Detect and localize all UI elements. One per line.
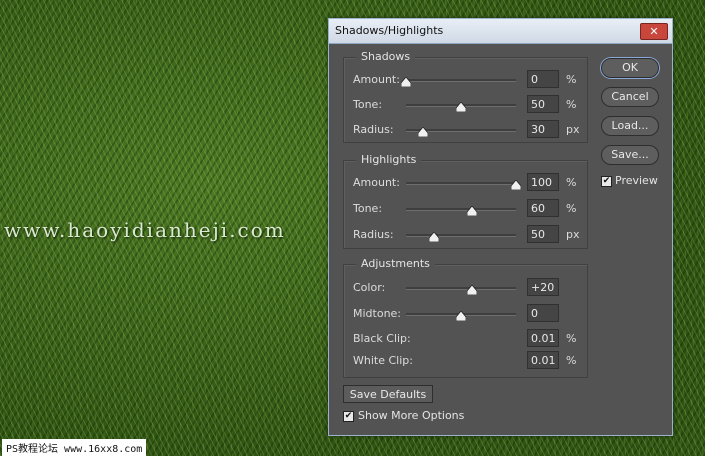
shadows-amount-input[interactable]: 0 — [527, 70, 559, 88]
shadows-amount-row: Amount: 0 % — [344, 70, 587, 90]
preview-label: Preview — [615, 174, 658, 187]
white-clip-label: White Clip: — [353, 354, 413, 367]
show-more-options-checkbox[interactable]: ✔ — [343, 411, 354, 422]
unit-label: % — [566, 354, 577, 367]
footer-watermark: PS教程论坛 www.16xx8.com — [2, 439, 147, 456]
adjustments-title: Adjustments — [356, 257, 435, 270]
shadows-tone-input[interactable]: 50 — [527, 95, 559, 113]
highlights-radius-label: Radius: — [353, 228, 394, 241]
slider-thumb-icon[interactable] — [467, 285, 477, 295]
unit-label: px — [566, 123, 580, 136]
unit-label: % — [566, 176, 577, 189]
shadows-title: Shadows — [356, 50, 416, 63]
highlights-amount-label: Amount: — [353, 176, 400, 189]
shadows-panel: Shadows Amount: 0 % Tone: 50 % Radius: 3… — [343, 50, 588, 143]
dialog-title: Shadows/Highlights — [335, 24, 444, 37]
dialog-titlebar[interactable]: Shadows/Highlights ✕ — [329, 19, 672, 44]
highlights-tone-input[interactable]: 60 — [527, 199, 559, 217]
shadows-tone-slider[interactable] — [406, 102, 516, 112]
unit-label: % — [566, 98, 577, 111]
highlights-title: Highlights — [356, 153, 422, 166]
highlights-tone-row: Tone: 60 % — [344, 199, 587, 219]
shadows-highlights-dialog: Shadows/Highlights ✕ Shadows Amount: 0 %… — [328, 18, 673, 436]
shadows-amount-label: Amount: — [353, 73, 400, 86]
highlights-tone-slider[interactable] — [406, 206, 516, 216]
highlights-amount-row: Amount: 100 % — [344, 173, 587, 193]
highlights-panel: Highlights Amount: 100 % Tone: 60 % Radi… — [343, 153, 588, 249]
slider-thumb-icon[interactable] — [456, 311, 466, 321]
adjustments-panel: Adjustments Color: +20 Midtone: 0 Black … — [343, 257, 588, 378]
cancel-button[interactable]: Cancel — [601, 87, 659, 107]
highlights-amount-input[interactable]: 100 — [527, 173, 559, 191]
shadows-radius-row: Radius: 30 px — [344, 120, 587, 140]
highlights-tone-label: Tone: — [353, 202, 383, 215]
shadows-tone-row: Tone: 50 % — [344, 95, 587, 115]
color-row: Color: +20 — [344, 278, 587, 298]
color-slider[interactable] — [406, 285, 516, 295]
midtone-input[interactable]: 0 — [527, 304, 559, 322]
load-button[interactable]: Load... — [601, 116, 659, 136]
ok-button[interactable]: OK — [601, 58, 659, 78]
shadows-radius-input[interactable]: 30 — [527, 120, 559, 138]
close-icon[interactable]: ✕ — [640, 23, 668, 40]
black-clip-row: Black Clip: 0.01 % — [344, 329, 587, 349]
preview-checkbox[interactable]: ✔ — [601, 176, 612, 187]
black-clip-input[interactable]: 0.01 — [527, 329, 559, 347]
highlights-radius-row: Radius: 50 px — [344, 225, 587, 245]
unit-label: px — [566, 228, 580, 241]
shadows-radius-slider[interactable] — [406, 127, 516, 137]
color-label: Color: — [353, 281, 386, 294]
show-more-options-label: Show More Options — [358, 409, 465, 422]
slider-thumb-icon[interactable] — [401, 77, 411, 87]
shadows-tone-label: Tone: — [353, 98, 383, 111]
highlights-amount-slider[interactable] — [406, 180, 521, 190]
save-button[interactable]: Save... — [601, 145, 659, 165]
white-clip-row: White Clip: 0.01 % — [344, 351, 587, 371]
unit-label: % — [566, 73, 577, 86]
highlights-radius-input[interactable]: 50 — [527, 225, 559, 243]
slider-thumb-icon[interactable] — [417, 127, 428, 137]
midtone-slider[interactable] — [406, 311, 516, 321]
slider-thumb-icon[interactable] — [428, 232, 439, 242]
shadows-radius-label: Radius: — [353, 123, 394, 136]
unit-label: % — [566, 332, 577, 345]
shadows-amount-slider[interactable] — [401, 77, 516, 87]
midtone-label: Midtone: — [353, 307, 402, 320]
slider-thumb-icon[interactable] — [511, 180, 521, 190]
save-defaults-button[interactable]: Save Defaults — [343, 385, 433, 403]
slider-thumb-icon[interactable] — [456, 102, 466, 112]
color-input[interactable]: +20 — [527, 278, 559, 296]
watermark-text: www.haoyidianheji.com — [4, 218, 286, 242]
unit-label: % — [566, 202, 577, 215]
slider-thumb-icon[interactable] — [467, 206, 477, 216]
white-clip-input[interactable]: 0.01 — [527, 351, 559, 369]
black-clip-label: Black Clip: — [353, 332, 411, 345]
midtone-row: Midtone: 0 — [344, 304, 587, 324]
highlights-radius-slider[interactable] — [406, 232, 516, 242]
